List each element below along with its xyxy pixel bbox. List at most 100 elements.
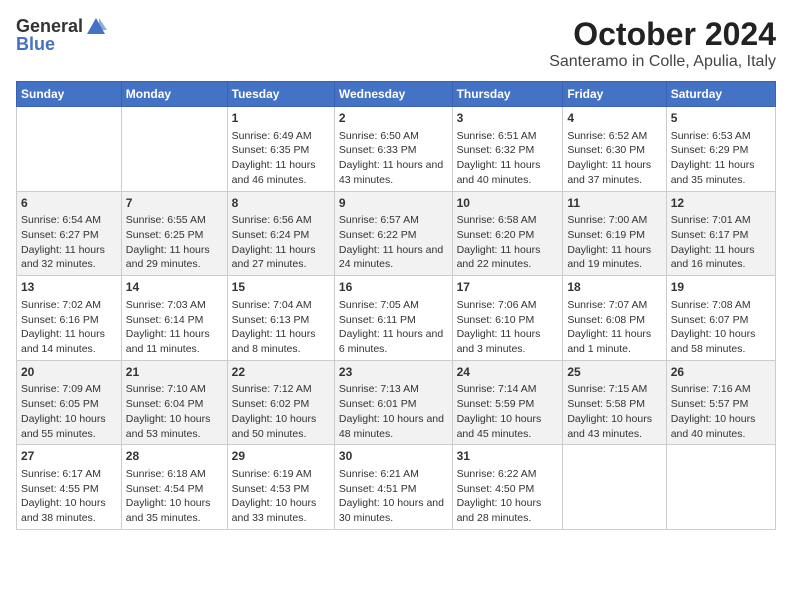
day-info: Sunset: 6:32 PM: [457, 143, 559, 158]
day-number: 7: [126, 195, 223, 212]
day-info: Sunset: 4:55 PM: [21, 482, 117, 497]
day-info: Sunrise: 7:02 AM: [21, 298, 117, 313]
day-info: Daylight: 11 hours and 37 minutes.: [567, 158, 661, 187]
day-cell: 8Sunrise: 6:56 AMSunset: 6:24 PMDaylight…: [227, 191, 334, 276]
day-info: Sunrise: 6:21 AM: [339, 467, 448, 482]
day-cell: 25Sunrise: 7:15 AMSunset: 5:58 PMDayligh…: [563, 360, 666, 445]
day-info: Daylight: 11 hours and 29 minutes.: [126, 243, 223, 272]
day-number: 3: [457, 110, 559, 127]
day-info: Sunset: 6:33 PM: [339, 143, 448, 158]
day-info: Daylight: 11 hours and 1 minute.: [567, 327, 661, 356]
day-info: Sunrise: 6:54 AM: [21, 213, 117, 228]
day-cell: 26Sunrise: 7:16 AMSunset: 5:57 PMDayligh…: [666, 360, 775, 445]
day-info: Sunset: 5:57 PM: [671, 397, 771, 412]
day-info: Sunrise: 7:16 AM: [671, 382, 771, 397]
day-info: Sunset: 6:16 PM: [21, 313, 117, 328]
day-info: Sunrise: 6:56 AM: [232, 213, 330, 228]
week-row-5: 27Sunrise: 6:17 AMSunset: 4:55 PMDayligh…: [17, 445, 776, 530]
day-info: Daylight: 10 hours and 48 minutes.: [339, 412, 448, 441]
day-info: Sunrise: 7:01 AM: [671, 213, 771, 228]
day-number: 19: [671, 279, 771, 296]
day-info: Sunrise: 6:53 AM: [671, 129, 771, 144]
day-info: Daylight: 11 hours and 24 minutes.: [339, 243, 448, 272]
day-info: Daylight: 11 hours and 46 minutes.: [232, 158, 330, 187]
day-cell: 18Sunrise: 7:07 AMSunset: 6:08 PMDayligh…: [563, 276, 666, 361]
day-info: Daylight: 11 hours and 22 minutes.: [457, 243, 559, 272]
day-info: Sunset: 6:22 PM: [339, 228, 448, 243]
logo: General Blue: [16, 16, 107, 56]
day-info: Sunrise: 7:06 AM: [457, 298, 559, 313]
day-cell: 16Sunrise: 7:05 AMSunset: 6:11 PMDayligh…: [334, 276, 452, 361]
day-info: Sunset: 6:27 PM: [21, 228, 117, 243]
day-cell: [563, 445, 666, 530]
day-cell: 12Sunrise: 7:01 AMSunset: 6:17 PMDayligh…: [666, 191, 775, 276]
day-info: Daylight: 10 hours and 50 minutes.: [232, 412, 330, 441]
header-row: SundayMondayTuesdayWednesdayThursdayFrid…: [17, 82, 776, 107]
day-number: 17: [457, 279, 559, 296]
day-info: Sunrise: 6:18 AM: [126, 467, 223, 482]
header-wednesday: Wednesday: [334, 82, 452, 107]
day-number: 1: [232, 110, 330, 127]
day-info: Daylight: 10 hours and 55 minutes.: [21, 412, 117, 441]
day-info: Sunset: 4:50 PM: [457, 482, 559, 497]
day-info: Daylight: 11 hours and 3 minutes.: [457, 327, 559, 356]
day-number: 28: [126, 448, 223, 465]
day-info: Sunrise: 6:19 AM: [232, 467, 330, 482]
day-info: Daylight: 11 hours and 40 minutes.: [457, 158, 559, 187]
day-number: 16: [339, 279, 448, 296]
logo-blue: Blue: [16, 34, 107, 56]
day-number: 25: [567, 364, 661, 381]
day-cell: 20Sunrise: 7:09 AMSunset: 6:05 PMDayligh…: [17, 360, 122, 445]
day-info: Sunset: 4:54 PM: [126, 482, 223, 497]
day-info: Sunrise: 6:52 AM: [567, 129, 661, 144]
day-cell: 28Sunrise: 6:18 AMSunset: 4:54 PMDayligh…: [121, 445, 227, 530]
day-number: 15: [232, 279, 330, 296]
day-info: Sunrise: 7:08 AM: [671, 298, 771, 313]
day-cell: 9Sunrise: 6:57 AMSunset: 6:22 PMDaylight…: [334, 191, 452, 276]
day-info: Sunset: 6:29 PM: [671, 143, 771, 158]
day-info: Daylight: 10 hours and 58 minutes.: [671, 327, 771, 356]
day-number: 27: [21, 448, 117, 465]
day-cell: 19Sunrise: 7:08 AMSunset: 6:07 PMDayligh…: [666, 276, 775, 361]
day-number: 23: [339, 364, 448, 381]
day-info: Sunset: 5:59 PM: [457, 397, 559, 412]
day-number: 5: [671, 110, 771, 127]
day-cell: [666, 445, 775, 530]
day-info: Daylight: 11 hours and 19 minutes.: [567, 243, 661, 272]
header-tuesday: Tuesday: [227, 82, 334, 107]
day-cell: 22Sunrise: 7:12 AMSunset: 6:02 PMDayligh…: [227, 360, 334, 445]
day-info: Sunset: 6:17 PM: [671, 228, 771, 243]
day-cell: 7Sunrise: 6:55 AMSunset: 6:25 PMDaylight…: [121, 191, 227, 276]
header-saturday: Saturday: [666, 82, 775, 107]
day-info: Sunset: 6:04 PM: [126, 397, 223, 412]
day-info: Sunrise: 6:57 AM: [339, 213, 448, 228]
day-info: Sunrise: 6:51 AM: [457, 129, 559, 144]
week-row-2: 6Sunrise: 6:54 AMSunset: 6:27 PMDaylight…: [17, 191, 776, 276]
day-info: Sunrise: 7:05 AM: [339, 298, 448, 313]
day-info: Sunrise: 7:09 AM: [21, 382, 117, 397]
day-info: Sunrise: 7:00 AM: [567, 213, 661, 228]
day-cell: 14Sunrise: 7:03 AMSunset: 6:14 PMDayligh…: [121, 276, 227, 361]
day-number: 31: [457, 448, 559, 465]
day-number: 12: [671, 195, 771, 212]
day-info: Daylight: 11 hours and 35 minutes.: [671, 158, 771, 187]
day-cell: 11Sunrise: 7:00 AMSunset: 6:19 PMDayligh…: [563, 191, 666, 276]
day-info: Sunrise: 6:55 AM: [126, 213, 223, 228]
day-info: Sunrise: 7:12 AM: [232, 382, 330, 397]
day-number: 21: [126, 364, 223, 381]
day-number: 29: [232, 448, 330, 465]
day-info: Sunset: 6:05 PM: [21, 397, 117, 412]
day-number: 11: [567, 195, 661, 212]
day-cell: 29Sunrise: 6:19 AMSunset: 4:53 PMDayligh…: [227, 445, 334, 530]
day-cell: 27Sunrise: 6:17 AMSunset: 4:55 PMDayligh…: [17, 445, 122, 530]
day-number: 20: [21, 364, 117, 381]
day-info: Sunrise: 6:49 AM: [232, 129, 330, 144]
day-info: Sunrise: 7:13 AM: [339, 382, 448, 397]
day-info: Daylight: 11 hours and 6 minutes.: [339, 327, 448, 356]
day-info: Sunset: 6:08 PM: [567, 313, 661, 328]
day-info: Sunset: 6:30 PM: [567, 143, 661, 158]
day-info: Daylight: 10 hours and 38 minutes.: [21, 496, 117, 525]
day-number: 26: [671, 364, 771, 381]
day-info: Daylight: 10 hours and 45 minutes.: [457, 412, 559, 441]
day-info: Sunrise: 6:58 AM: [457, 213, 559, 228]
